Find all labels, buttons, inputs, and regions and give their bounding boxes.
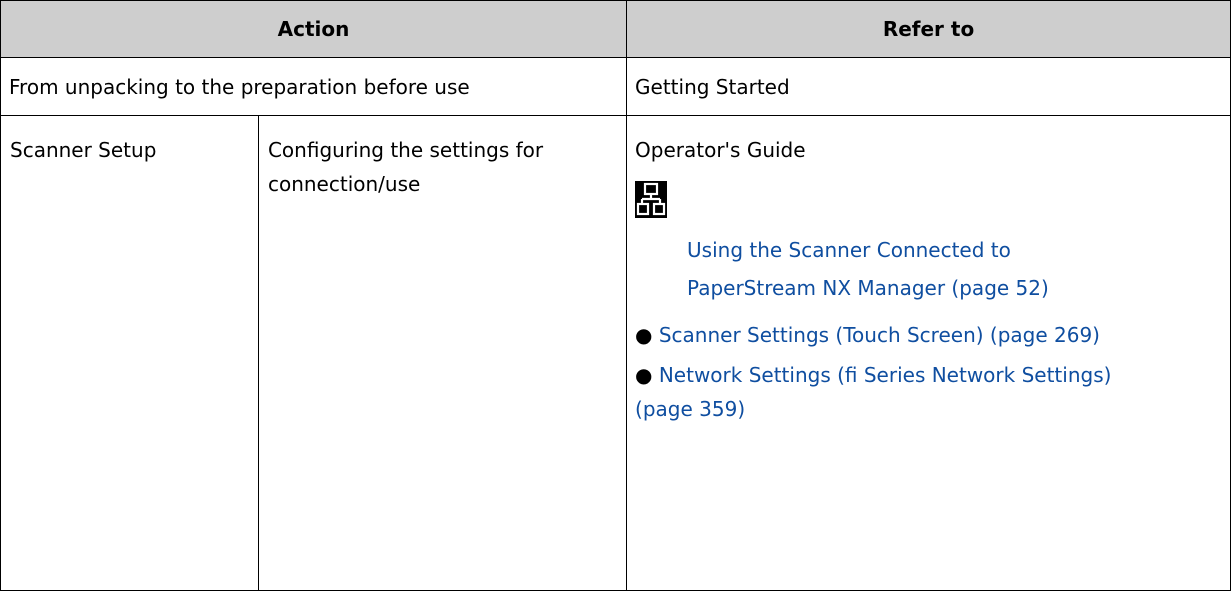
list-item: ● Network Settings (fi Series Network Se… [635,358,1230,426]
header-row: Action Refer to [0,0,1231,58]
row2-task-line2: connection/use [267,172,421,196]
link-nx-manager-line2[interactable]: PaperStream NX Manager (page 52) [687,269,1230,307]
row2-refer-title: Operator's Guide [635,138,806,162]
bullet-icon: ● [635,363,653,387]
link-network-settings-page[interactable]: (page 359) [635,392,1230,426]
row2-category-cell: Scanner Setup [0,115,259,591]
table-row: From unpacking to the preparation before… [0,57,1231,116]
link-nx-manager-line1[interactable]: Using the Scanner Connected to [687,231,1230,269]
header-refer-to: Refer to [626,0,1231,58]
row2-task: Configuring the settings for connection/… [259,116,626,201]
reference-table: Action Refer to From unpacking to the pr… [0,0,1231,591]
header-action: Action [0,0,628,58]
row2-refer-cell: Operator's Guide Using the Scanner Conne… [626,115,1231,591]
row1-action: From unpacking to the preparation before… [9,74,470,99]
row1-refer-cell: Getting Started [626,57,1231,116]
row2-task-cell: Configuring the settings for connection/… [257,115,628,591]
row1-action-cell: From unpacking to the preparation before… [0,57,628,116]
list-item: ● Scanner Settings (Touch Screen) (page … [635,318,1230,352]
network-icon [635,181,668,218]
link-network-settings[interactable]: Network Settings (fi Series Network Sett… [659,363,1112,387]
row2-task-line1: Configuring the settings for [267,138,544,162]
bullet-icon: ● [635,323,653,347]
link-scanner-settings[interactable]: Scanner Settings (Touch Screen) (page 26… [659,323,1100,347]
row2-category: Scanner Setup [10,138,157,162]
row1-refer: Getting Started [635,74,790,99]
table-row: Scanner Setup Configuring the settings f… [0,115,1231,591]
link-nx-manager[interactable]: Using the Scanner Connected to PaperStre… [687,231,1230,307]
